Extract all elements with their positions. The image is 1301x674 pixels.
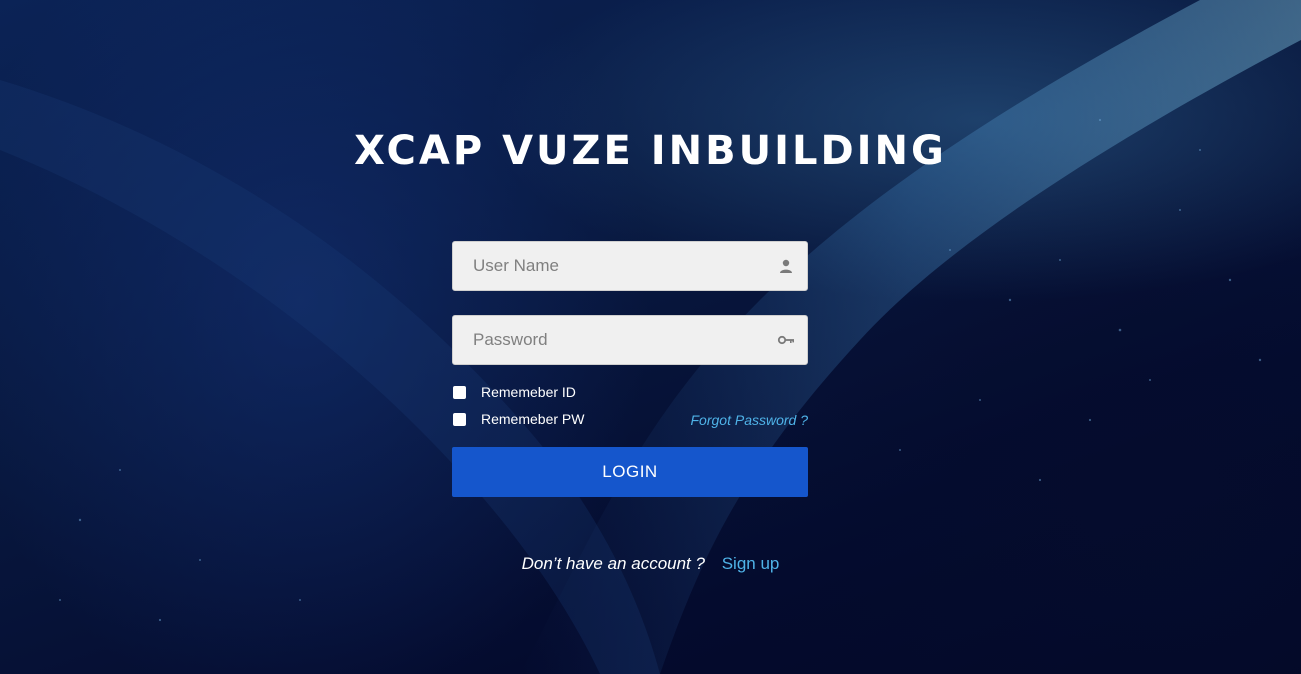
signup-link[interactable]: Sign up — [722, 554, 780, 573]
signup-question: Don’t have an account ? — [521, 554, 705, 573]
remember-id-label: Rememeber ID — [481, 384, 576, 400]
remember-pw-label: Rememeber PW — [481, 411, 585, 427]
remember-id-checkbox[interactable] — [453, 385, 466, 399]
user-icon — [777, 257, 795, 275]
key-icon — [777, 331, 795, 349]
username-input[interactable] — [453, 242, 807, 290]
remember-pw-row[interactable]: Rememeber PW — [453, 411, 584, 427]
remember-id-row[interactable]: Rememeber ID — [453, 384, 576, 400]
password-input[interactable] — [453, 316, 807, 364]
username-field[interactable] — [452, 241, 808, 291]
forgot-password-link[interactable]: Forgot Password ? — [660, 412, 809, 428]
brand-logo: XCAP VUZE INBUILDING — [354, 128, 947, 174]
remember-pw-checkbox[interactable] — [453, 412, 466, 426]
password-field[interactable] — [452, 315, 808, 365]
login-button[interactable]: LOGIN — [452, 447, 808, 497]
signup-row: Don’t have an account ? Sign up — [0, 554, 1301, 574]
